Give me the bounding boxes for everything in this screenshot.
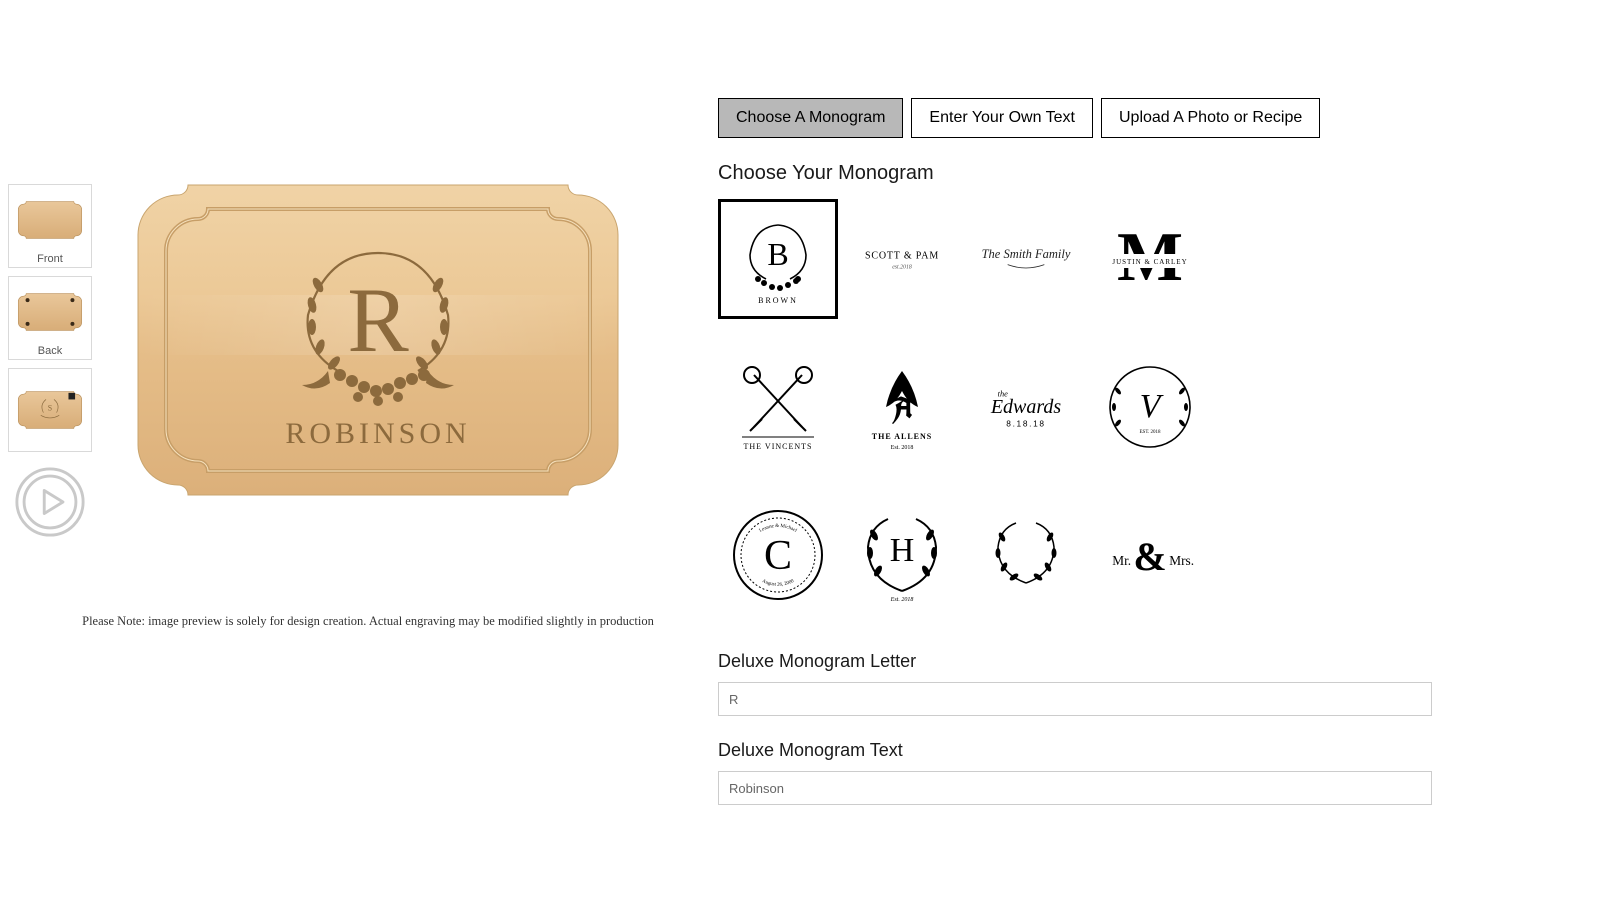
svg-text:est.2018: est.2018: [892, 265, 912, 271]
svg-text:V: V: [1140, 388, 1165, 425]
monogram-option-laurel-plain[interactable]: [966, 495, 1086, 615]
monogram-keys-icon: THE VINCENTS: [728, 357, 828, 457]
svg-text:H: H: [890, 532, 915, 569]
customization-panel: Choose A Monogram Enter Your Own Text Up…: [688, 20, 1582, 900]
choose-monogram-heading: Choose Your Monogram: [718, 162, 1582, 185]
monogram-text-group: Deluxe Monogram Text: [718, 740, 1582, 805]
monogram-option-keys[interactable]: THE VINCENTS: [718, 347, 838, 467]
svg-text:ROBINSON: ROBINSON: [285, 417, 470, 450]
monogram-letter-label: Deluxe Monogram Letter: [718, 651, 1582, 672]
svg-text:Est. 2018: Est. 2018: [890, 597, 914, 603]
monogram-option-circle-c[interactable]: C Leanne & Michael August 26, 2000: [718, 495, 838, 615]
board-sample-icon: S: [17, 388, 83, 432]
monogram-laurel-b-icon: B BROWN: [728, 209, 828, 309]
monogram-option-scott-pam[interactable]: SCOTT & PAM est.2018: [842, 199, 962, 319]
tab-choose-monogram[interactable]: Choose A Monogram: [718, 98, 903, 138]
thumbnail-rail: Front Back: [8, 184, 92, 544]
monogram-option-laurel-h[interactable]: H Est. 2018: [842, 495, 962, 615]
svg-text:A: A: [892, 389, 913, 428]
monogram-ornate-a-icon: A THE ALLENS Est. 2018: [852, 357, 952, 457]
preview-disclaimer: Please Note: image preview is solely for…: [68, 614, 668, 629]
monogram-scott-pam-icon: SCOTT & PAM est.2018: [852, 242, 952, 275]
monogram-letter-group: Deluxe Monogram Letter: [718, 651, 1582, 716]
board-back-icon: [17, 290, 83, 334]
option-tabs: Choose A Monogram Enter Your Own Text Up…: [718, 98, 1582, 138]
svg-text:C: C: [764, 533, 792, 579]
monogram-letter-input[interactable]: [718, 682, 1432, 716]
monogram-option-laurel-b[interactable]: B BROWN: [718, 199, 838, 319]
svg-text:B: B: [767, 236, 788, 272]
svg-text:BROWN: BROWN: [758, 296, 798, 305]
svg-text:S: S: [48, 404, 52, 413]
monogram-circle-c-icon: C Leanne & Michael August 26, 2000: [728, 505, 828, 605]
svg-text:THE ALLENS: THE ALLENS: [872, 432, 932, 441]
monogram-grid: B BROWN SCOTT & PAM est.2018 The Smith F…: [718, 199, 1582, 615]
monogram-edwards-icon: the Edwards 8.18.18: [976, 378, 1076, 436]
monogram-option-smith-family[interactable]: The Smith Family: [966, 199, 1086, 319]
monogram-smith-family-icon: The Smith Family: [976, 238, 1076, 280]
board-preview-svg: R ROBINSON: [128, 175, 628, 505]
tab-upload[interactable]: Upload A Photo or Recipe: [1101, 98, 1320, 138]
monogram-laurel-plain-icon: [976, 505, 1076, 605]
monogram-mr-mrs-icon: Mr. & Mrs.: [1100, 530, 1200, 580]
svg-text:The Smith Family: The Smith Family: [982, 247, 1071, 261]
svg-text:SCOTT & PAM: SCOTT & PAM: [865, 251, 939, 262]
svg-text:Est. 2018: Est. 2018: [891, 445, 914, 451]
svg-text:Mr.: Mr.: [1112, 553, 1131, 568]
monogram-option-edwards[interactable]: the Edwards 8.18.18: [966, 347, 1086, 467]
monogram-text-label: Deluxe Monogram Text: [718, 740, 1582, 761]
board-front-icon: [17, 198, 83, 242]
thumbnail-front[interactable]: Front: [8, 184, 92, 268]
svg-text:JUSTIN & CARLEY: JUSTIN & CARLEY: [1112, 258, 1187, 266]
monogram-option-ornate-a[interactable]: A THE ALLENS Est. 2018: [842, 347, 962, 467]
svg-text:8.18.18: 8.18.18: [1006, 418, 1045, 428]
thumbnail-back[interactable]: Back: [8, 276, 92, 360]
svg-text:August 26, 2000: August 26, 2000: [761, 579, 795, 588]
monogram-option-mr-mrs[interactable]: Mr. & Mrs.: [1090, 495, 1210, 615]
thumbnail-front-label: Front: [37, 253, 63, 265]
monogram-option-laurel-v[interactable]: V EST. 2018: [1090, 347, 1210, 467]
tab-enter-text[interactable]: Enter Your Own Text: [911, 98, 1093, 138]
monogram-option-split-m[interactable]: M JUSTIN & CARLEY: [1090, 199, 1210, 319]
product-preview-panel: Front Back: [8, 20, 688, 900]
svg-text:THE VINCENTS: THE VINCENTS: [744, 442, 813, 451]
svg-text:&: &: [1133, 534, 1166, 579]
svg-text:R: R: [347, 269, 409, 371]
thumbnail-design-sample[interactable]: S: [8, 368, 92, 452]
thumbnail-video[interactable]: [8, 460, 92, 544]
play-icon: [14, 466, 86, 538]
svg-text:Edwards: Edwards: [990, 396, 1062, 418]
thumbnail-back-label: Back: [38, 345, 62, 357]
monogram-laurel-h-icon: H Est. 2018: [852, 505, 952, 605]
monogram-text-input[interactable]: [718, 771, 1432, 805]
svg-text:Mrs.: Mrs.: [1169, 553, 1194, 568]
monogram-split-m-icon: M JUSTIN & CARLEY: [1100, 214, 1200, 304]
monogram-laurel-v-icon: V EST. 2018: [1100, 357, 1200, 457]
svg-text:EST. 2018: EST. 2018: [1139, 430, 1161, 435]
main-preview: R ROBINSON: [98, 100, 658, 580]
